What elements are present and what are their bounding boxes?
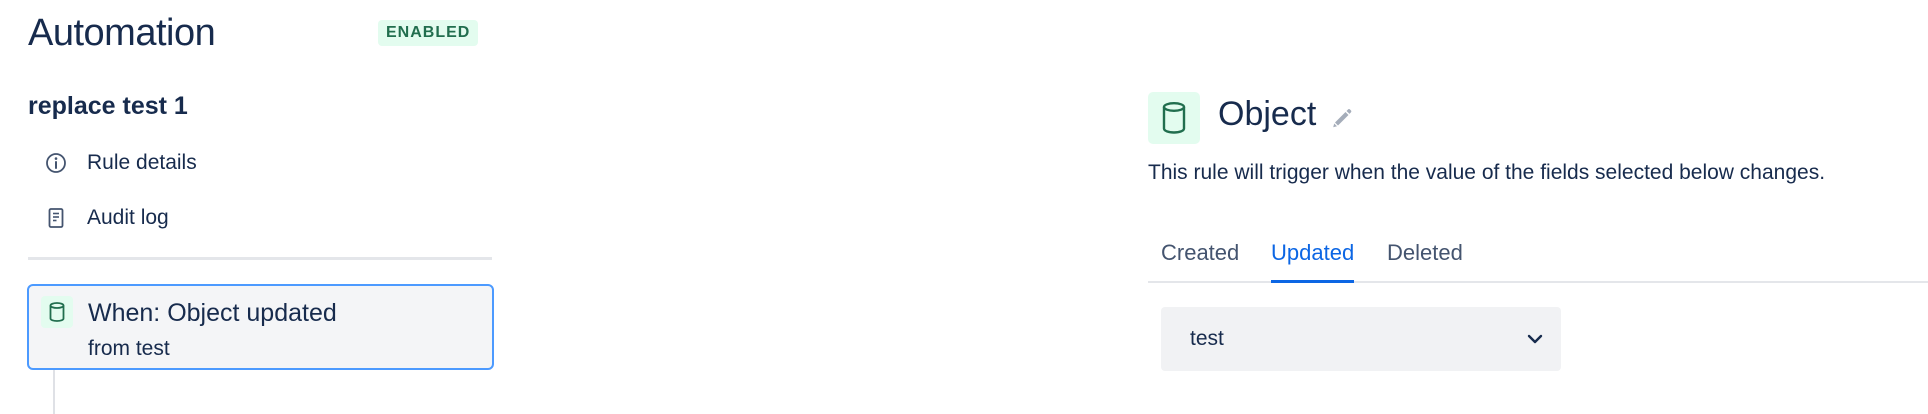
field-select[interactable]: test xyxy=(1161,307,1561,371)
tab-created[interactable]: Created xyxy=(1161,240,1239,281)
database-icon xyxy=(1148,92,1200,144)
sidebar-item-audit-log[interactable]: Audit log xyxy=(28,198,169,238)
pencil-icon[interactable] xyxy=(1330,106,1354,130)
automation-page: Automation ENABLED replace test 1 Rule d… xyxy=(0,0,1928,414)
trigger-tabs: Created Updated Deleted xyxy=(1148,240,1928,283)
tab-updated[interactable]: Updated xyxy=(1271,240,1355,283)
panel-title: Object xyxy=(1218,95,1317,133)
sidebar-item-label: Rule details xyxy=(87,151,197,174)
trigger-title: When: Object updated xyxy=(88,299,337,327)
document-icon xyxy=(42,204,70,232)
trigger-card[interactable]: When: Object updated from test xyxy=(27,284,494,370)
field-select-value: test xyxy=(1190,327,1224,350)
panel-description: This rule will trigger when the value of… xyxy=(1148,161,1826,184)
sidebar-item-label: Audit log xyxy=(87,206,169,229)
sidebar-divider xyxy=(28,257,492,260)
info-icon xyxy=(42,149,70,177)
chevron-down-icon xyxy=(1523,327,1547,351)
database-icon xyxy=(41,296,73,328)
page-title: Automation xyxy=(28,12,216,54)
tab-deleted[interactable]: Deleted xyxy=(1387,240,1463,281)
trigger-subtitle: from test xyxy=(88,337,170,360)
status-badge: ENABLED xyxy=(378,20,479,46)
rule-name: replace test 1 xyxy=(28,92,188,120)
sidebar-item-rule-details[interactable]: Rule details xyxy=(28,143,197,183)
